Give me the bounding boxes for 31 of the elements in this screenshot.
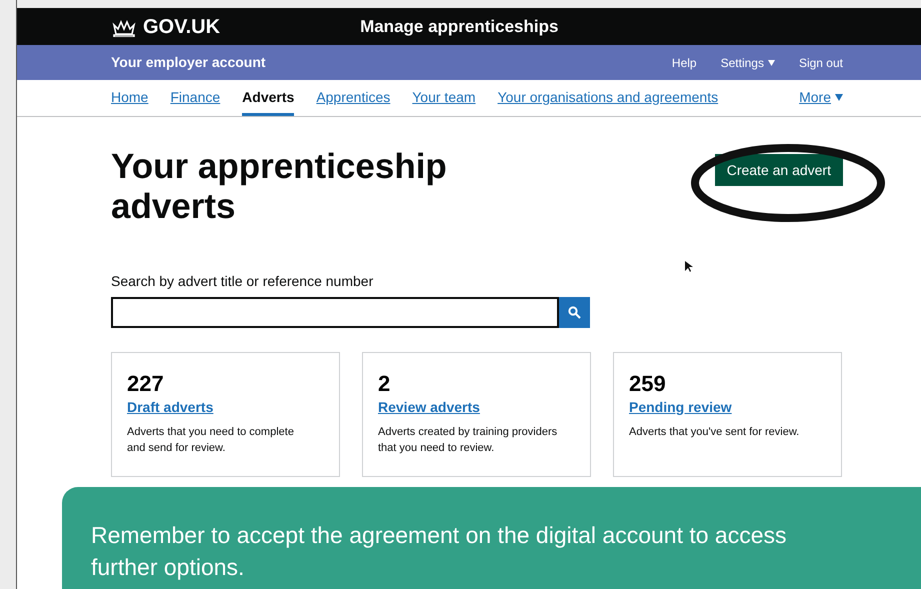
search-field[interactable] (111, 297, 559, 328)
card-link[interactable]: Pending review (629, 397, 816, 418)
account-link[interactable]: Settings (720, 54, 775, 72)
search-button[interactable] (559, 297, 590, 328)
account-link[interactable]: Help (672, 54, 697, 72)
card-link[interactable]: Draft adverts (127, 397, 314, 418)
more-link[interactable]: More (799, 87, 843, 116)
card-count: 227 (127, 371, 165, 397)
nav-tab[interactable]: Adverts (242, 87, 294, 116)
card-description: Adverts created by training providers that you need to review. (378, 425, 558, 456)
card-count: 259 (629, 371, 667, 397)
service-name: Manage apprenticeships (360, 16, 558, 38)
account-link[interactable]: Sign out (798, 54, 843, 72)
page-heading: Your apprenticeship adverts (111, 147, 448, 227)
callout-text: Remember to accept the agreement on the digital account to access further options. (91, 522, 787, 580)
card-description: Adverts that you need to complete and send for review. (127, 425, 295, 456)
nav-tab[interactable]: Home (111, 87, 148, 116)
search-icon (568, 306, 581, 319)
card-link[interactable]: Review adverts (378, 397, 565, 418)
card-count: 2 (378, 371, 392, 397)
search-label: Search by advert title or reference number (111, 272, 374, 291)
card-description: Adverts that you've sent for review. (629, 425, 800, 440)
logo-text[interactable]: GOV.UK (143, 12, 220, 42)
nav-tab[interactable]: Finance (170, 87, 220, 116)
account-title[interactable]: Your employer account (111, 52, 266, 73)
nav-tab[interactable]: Apprentices (316, 87, 390, 116)
nav-tab[interactable]: Your team (412, 87, 476, 116)
nav-tab[interactable]: Your organisations and agreements (498, 87, 718, 116)
mouse-cursor-icon (685, 261, 693, 272)
caret-down-icon (835, 94, 843, 101)
create-advert-button[interactable]: Create an advert (714, 154, 843, 186)
